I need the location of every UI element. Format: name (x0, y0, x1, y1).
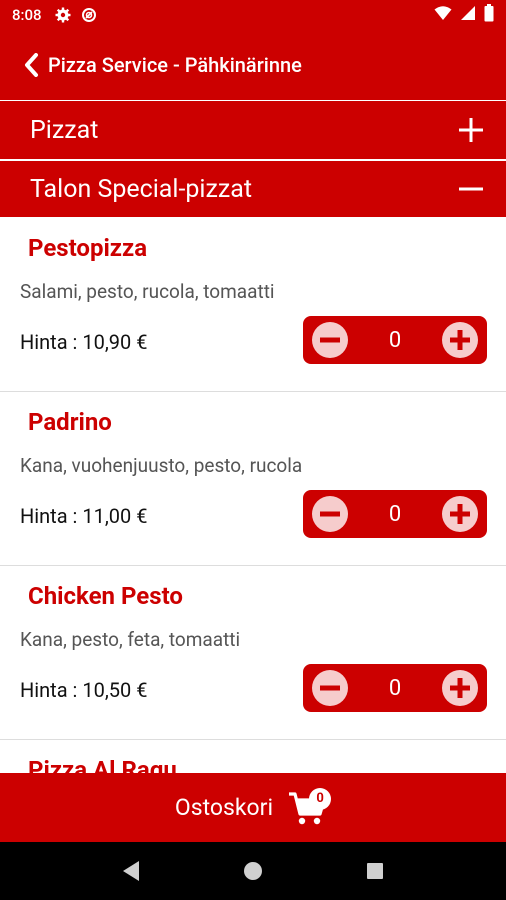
battery-icon (484, 4, 494, 26)
list-item: Padrino Kana, vuohenjuusto, pesto, rucol… (0, 392, 506, 566)
signal-icon (460, 5, 476, 25)
item-description: Kana, pesto, feta, tomaatti (20, 628, 241, 651)
chevron-left-icon[interactable] (20, 52, 42, 78)
category-talon-special[interactable]: Talon Special-pizzat (0, 161, 506, 217)
plus-circle-icon[interactable] (441, 495, 479, 533)
item-name: Pizza Al Ragu (28, 756, 177, 773)
plus-circle-icon[interactable] (441, 669, 479, 707)
cart-button[interactable]: Ostoskori 0 (0, 773, 506, 842)
plus-circle-icon[interactable] (441, 321, 479, 359)
minus-circle-icon[interactable] (311, 495, 349, 533)
gear-icon (54, 6, 72, 24)
cart-count-badge: 0 (309, 787, 332, 810)
category-label: Pizzat (30, 115, 99, 145)
status-time: 8:08 (12, 6, 42, 24)
category-pizzat[interactable]: Pizzat (0, 101, 506, 159)
minus-circle-icon[interactable] (311, 321, 349, 359)
cart-label: Ostoskori (174, 794, 274, 821)
status-bar: 8:08 (0, 0, 506, 30)
list-item: Pestopizza Salami, pesto, rucola, tomaat… (0, 218, 506, 392)
back-triangle-icon[interactable] (111, 851, 151, 891)
system-nav-bar (0, 842, 506, 900)
plus-icon[interactable] (456, 115, 486, 145)
item-price: Hinta : 10,90 € (20, 330, 148, 354)
item-name: Chicken Pesto (28, 582, 183, 610)
list-item: Chicken Pesto Kana, pesto, feta, tomaatt… (0, 566, 506, 740)
item-name: Pestopizza (28, 234, 148, 262)
item-price: Hinta : 11,00 € (20, 504, 148, 528)
item-name: Padrino (28, 408, 112, 436)
item-description: Kana, vuohenjuusto, pesto, rucola (20, 454, 303, 477)
category-label: Talon Special-pizzat (30, 174, 253, 204)
quantity-stepper: 0 (303, 490, 487, 538)
cart-icon: 0 (283, 784, 332, 832)
quantity-value: 0 (388, 327, 402, 353)
data-saver-icon (80, 6, 98, 24)
home-circle-icon[interactable] (233, 851, 273, 891)
quantity-value: 0 (388, 675, 402, 701)
item-price: Hinta : 10,50 € (20, 678, 148, 702)
product-list[interactable]: Pestopizza Salami, pesto, rucola, tomaat… (0, 218, 506, 773)
minus-circle-icon[interactable] (311, 669, 349, 707)
minus-icon[interactable] (456, 174, 486, 204)
quantity-value: 0 (388, 501, 402, 527)
app-title: Pizza Service - Pähkinärinne (48, 53, 302, 77)
app-bar: Pizza Service - Pähkinärinne (0, 30, 506, 100)
quantity-stepper: 0 (303, 664, 487, 712)
list-item: Pizza Al Ragu (0, 740, 506, 773)
quantity-stepper: 0 (303, 316, 487, 364)
recents-square-icon[interactable] (355, 851, 395, 891)
wifi-icon (434, 5, 452, 25)
item-description: Salami, pesto, rucola, tomaatti (20, 280, 275, 303)
